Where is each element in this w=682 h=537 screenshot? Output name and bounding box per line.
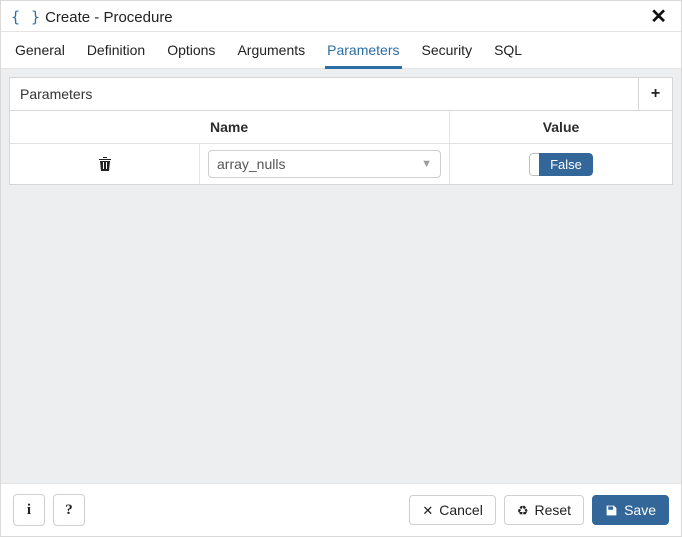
plus-icon: +: [651, 85, 660, 103]
tab-options[interactable]: Options: [165, 32, 217, 68]
chevron-down-icon: ▼: [421, 158, 432, 170]
value-toggle[interactable]: False: [529, 153, 593, 176]
tab-bar: General Definition Options Arguments Par…: [1, 32, 681, 69]
toggle-label: False: [539, 153, 593, 176]
panel-title: Parameters: [10, 78, 638, 110]
close-icon: ✕: [422, 504, 433, 517]
grid-header-row: Name Value: [10, 111, 672, 144]
help-button[interactable]: ?: [53, 494, 85, 526]
save-icon: [605, 504, 618, 517]
reset-label: Reset: [535, 502, 572, 518]
panel-header: Parameters +: [9, 77, 673, 111]
col-header-name: Name: [200, 111, 450, 143]
cancel-button[interactable]: ✕ Cancel: [409, 495, 496, 525]
tab-arguments[interactable]: Arguments: [235, 32, 307, 68]
name-select[interactable]: array_nulls ▼: [208, 150, 441, 178]
row-name-cell: array_nulls ▼: [200, 144, 450, 184]
dialog-title: Create - Procedure: [45, 9, 173, 26]
tab-sql[interactable]: SQL: [492, 32, 524, 68]
col-header-value: Value: [450, 111, 672, 143]
tab-security[interactable]: Security: [420, 32, 475, 68]
tab-general[interactable]: General: [13, 32, 67, 68]
help-icon: ?: [65, 502, 73, 519]
dialog-body: Parameters + Name Value: [1, 69, 681, 483]
recycle-icon: ♻: [517, 504, 529, 517]
reset-button[interactable]: ♻ Reset: [504, 495, 584, 525]
row-actions-cell: [10, 144, 200, 184]
save-button[interactable]: Save: [592, 495, 669, 525]
info-icon: i: [27, 502, 31, 519]
save-label: Save: [624, 502, 656, 518]
row-value-cell: False: [450, 144, 672, 184]
dialog-header: { } Create - Procedure ✕: [1, 1, 681, 32]
dialog-footer: i ? ✕ Cancel ♻ Reset Save: [1, 483, 681, 536]
name-select-value: array_nulls: [217, 156, 421, 172]
braces-icon: { }: [11, 8, 41, 26]
col-header-actions: [10, 111, 200, 143]
info-button[interactable]: i: [13, 494, 45, 526]
parameters-grid: Name Value array_nulls ▼: [9, 111, 673, 185]
tab-definition[interactable]: Definition: [85, 32, 147, 68]
table-row: array_nulls ▼ False: [10, 144, 672, 184]
toggle-knob: [529, 153, 539, 176]
tab-parameters[interactable]: Parameters: [325, 32, 401, 69]
cancel-label: Cancel: [439, 502, 483, 518]
close-icon[interactable]: ✕: [646, 7, 671, 27]
trash-icon[interactable]: [98, 156, 112, 172]
add-row-button[interactable]: +: [638, 78, 672, 110]
